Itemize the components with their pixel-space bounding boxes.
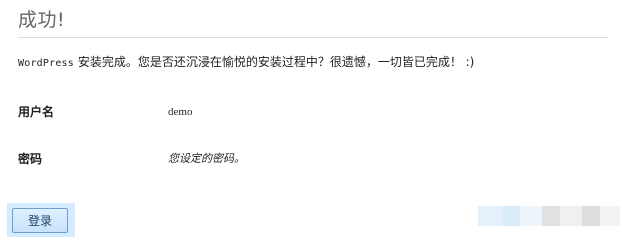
password-note: 您设定的密码。 [168, 152, 245, 165]
install-success-page: 成功! WordPress 安装完成。您是否还沉浸在愉悦的安装过程中？很遗憾，一… [0, 0, 632, 237]
blurred-watermark-segment [582, 206, 600, 226]
username-label: 用户名 [18, 105, 55, 119]
blurred-watermark-segment [478, 206, 502, 226]
username-value: demo [168, 106, 193, 118]
product-name: WordPress [18, 58, 74, 69]
success-message: WordPress 安装完成。您是否还沉浸在愉悦的安装过程中？很遗憾，一切皆已完… [18, 54, 474, 72]
blurred-watermark-segment [542, 206, 560, 226]
success-message-text: 安装完成。您是否还沉浸在愉悦的安装过程中？很遗憾，一切皆已完成！ :) [74, 55, 475, 69]
blurred-watermark-segment [600, 206, 620, 226]
blurred-watermark-segment [502, 206, 520, 226]
blurred-watermark-segment [520, 206, 542, 226]
blurred-watermark-segment [560, 206, 582, 226]
login-button[interactable]: 登录 [12, 208, 68, 233]
title-divider [18, 37, 608, 38]
page-title: 成功! [18, 9, 66, 31]
password-label: 密码 [18, 152, 43, 166]
